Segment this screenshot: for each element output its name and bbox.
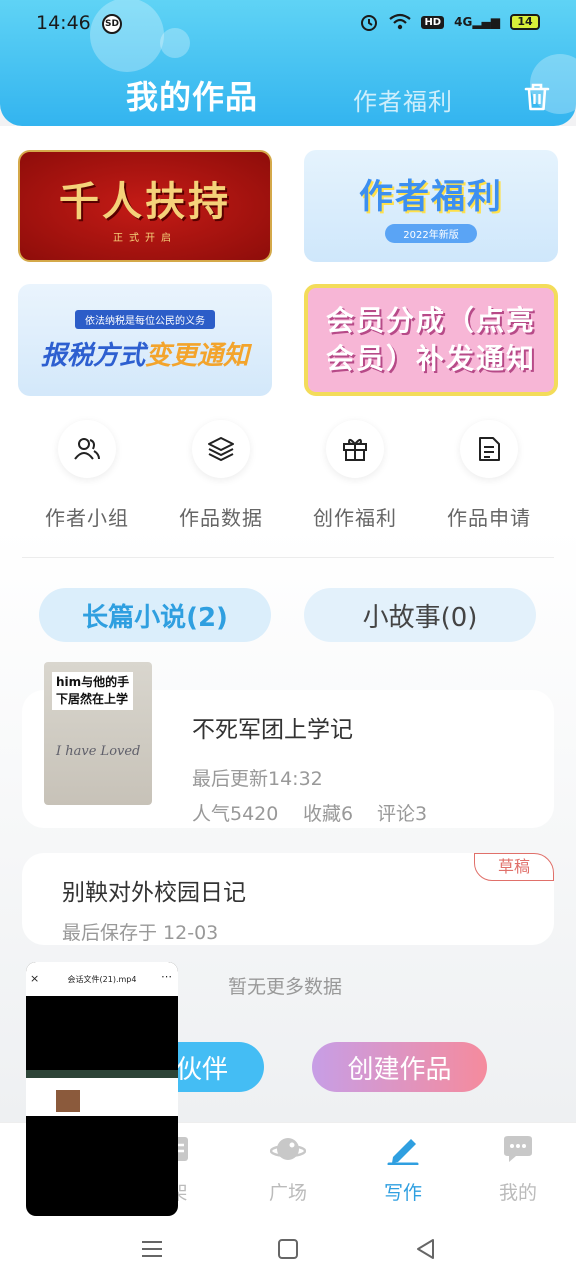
work-favorites: 收藏6 [303,803,354,825]
video-pip-window[interactable]: × 会话文件(21).mp4 ⋯ [26,962,178,1216]
home-icon[interactable] [273,1234,303,1264]
create-work-button[interactable]: 创建作品 [312,1042,487,1092]
banner-subtitle: 2022年新版 [385,224,477,243]
wifi-icon [389,13,412,30]
quick-action-label: 作品申请 [447,506,531,530]
back-icon[interactable] [411,1234,441,1264]
status-icons: HD 4G▂▄▆ 14 [359,12,540,32]
work-popularity: 人气5420 [192,803,279,825]
pen-icon [387,1139,419,1166]
tab-label: 写作 [383,1182,422,1204]
banner-title: 作者福利 [359,177,503,217]
tab-label: 我的 [498,1182,537,1204]
users-icon [58,420,116,478]
banner-title: 会员分成（点亮会员）补发通知 [325,304,536,375]
menu-icon[interactable] [137,1234,167,1264]
quick-action-label: 作品数据 [179,506,263,530]
pip-video-frame [26,1070,178,1116]
tab-author-benefits[interactable]: 作者福利 [353,82,453,117]
status-time: 14:46 [36,12,91,34]
pip-file-name: 会话文件(21).mp4 [67,975,137,984]
banner-subtitle: 正式开启 [113,232,177,244]
pip-title-bar: × 会话文件(21).mp4 ⋯ [26,962,178,996]
banner-title: 报税方式变更通知 [40,340,250,371]
banner-title: 千人扶持 [59,177,231,225]
no-more-data: 暂无更多数据 [228,976,343,998]
document-icon [460,420,518,478]
chat-icon [504,1136,532,1162]
cover-caption: him与他的手 下居然在上学 [52,672,134,710]
notification-icon: SD [102,14,122,34]
tab-my-works[interactable]: 我的作品 [126,72,258,118]
tab-long-novels[interactable]: 长篇小说(2) [39,588,271,642]
alarm-icon [361,15,378,31]
banner-tax-notice[interactable]: 依法纳税是每位公民的义务 报税方式变更通知 [18,284,272,396]
gift-icon [326,420,384,478]
quick-action-label: 作者小组 [45,506,129,530]
planet-icon [269,1138,307,1160]
draft-saved: 最后保存于 12-03 [62,922,219,944]
tab-label: 广场 [268,1182,307,1204]
more-icon[interactable]: ⋯ [161,970,172,983]
cover-scribble: I have Loved [56,744,141,759]
work-title[interactable]: 不死军团上学记 [192,710,353,744]
tab-short-stories[interactable]: 小故事(0) [304,588,536,642]
divider [22,557,554,558]
work-comments: 评论3 [377,803,428,825]
banner-tag: 依法纳税是每位公民的义务 [75,309,215,329]
draft-title[interactable]: 别鞅对外校园日记 [62,873,246,907]
pip-thumbnail [56,1090,80,1112]
work-updated: 最后更新14:32 [192,768,323,790]
quick-action-work-data[interactable]: 作品数据 [154,420,288,531]
hd-icon: HD [421,15,445,29]
work-cover[interactable]: him与他的手 下居然在上学 I have Loved [44,662,152,805]
quick-action-creation-benefits[interactable]: 创作福利 [288,420,422,531]
battery-icon: 14 [510,14,540,30]
layers-icon [192,420,250,478]
signal-icon: 4G▂▄▆ [454,15,500,29]
banner-support[interactable]: 千人扶持 正式开启 [18,150,272,262]
trash-icon[interactable] [520,80,554,114]
tab-writing[interactable]: 写作 [353,1133,453,1205]
quick-action-work-application[interactable]: 作品申请 [422,420,556,531]
quick-action-author-group[interactable]: 作者小组 [20,420,154,531]
tab-me[interactable]: 我的 [468,1133,568,1205]
header: 14:46 SD HD 4G▂▄▆ 14 我的作品 作者福利 [0,0,576,126]
draft-badge: 草稿 [474,853,554,881]
status-bar: 14:46 SD HD 4G▂▄▆ 14 [36,12,540,40]
banner-author-benefits[interactable]: 作者福利 2022年新版 [304,150,558,262]
system-nav-bar [0,1218,576,1280]
quick-action-label: 创作福利 [313,506,397,530]
banner-member-notice[interactable]: 会员分成（点亮会员）补发通知 [304,284,558,396]
tab-plaza[interactable]: 广场 [238,1133,338,1205]
